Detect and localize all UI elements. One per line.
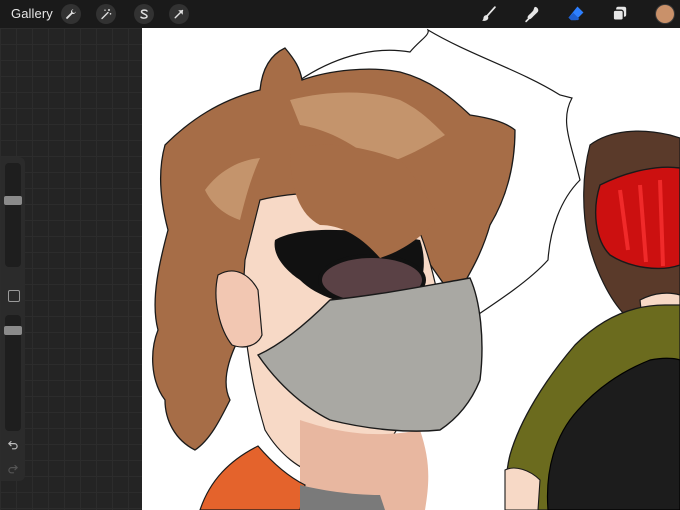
actions-button[interactable] — [61, 4, 81, 24]
redo-icon[interactable] — [7, 462, 19, 474]
eraser-button[interactable] — [565, 3, 587, 25]
undo-icon[interactable] — [7, 438, 19, 450]
brush-size-thumb[interactable] — [4, 196, 22, 205]
adjustments-button[interactable] — [96, 4, 116, 24]
selection-button[interactable] — [134, 4, 154, 24]
brush-button[interactable] — [478, 3, 500, 25]
opacity-thumb[interactable] — [4, 326, 22, 335]
smudge-button[interactable] — [522, 3, 544, 25]
wrench-icon — [66, 9, 76, 19]
smudge-icon — [525, 6, 539, 23]
layers-icon — [612, 6, 627, 21]
brush-size-slider[interactable] — [4, 163, 22, 267]
sidebar — [1, 157, 25, 481]
modify-button[interactable] — [8, 290, 20, 302]
drawing-canvas[interactable] — [142, 28, 680, 510]
top-toolbar: Gallery — [0, 0, 680, 28]
color-picker-button[interactable] — [656, 5, 674, 23]
eraser-icon — [568, 6, 584, 21]
transform-button[interactable] — [169, 4, 189, 24]
transform-arrow-icon — [174, 9, 184, 19]
gallery-button[interactable]: Gallery — [11, 6, 53, 21]
selection-icon — [140, 9, 148, 19]
opacity-slider[interactable] — [4, 315, 22, 431]
artwork-illustration — [152, 28, 680, 510]
brush-icon — [482, 6, 496, 21]
magic-wand-icon — [101, 9, 112, 20]
layers-button[interactable] — [609, 3, 631, 25]
